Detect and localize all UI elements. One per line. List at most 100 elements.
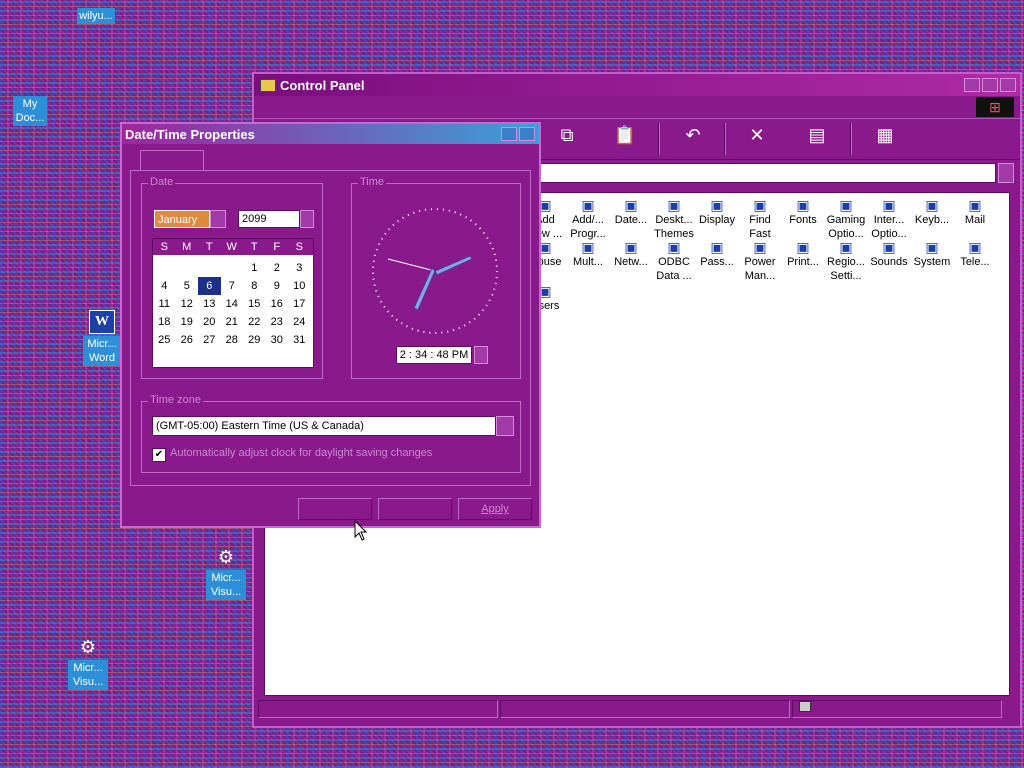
network-icon: ▣ [624,239,638,255]
network-item[interactable]: ▣ Netw... [609,239,653,269]
time-spinner[interactable] [474,346,488,364]
date-group: Date January 2099 S M T W T F S 1 2 3 4 5 6 7 8 9 10 11 12… [141,176,323,379]
odbc-data-sources-icon: ▣ [667,239,681,255]
maximize-button[interactable] [982,78,998,92]
status-pane-right [792,700,1002,718]
undo-icon[interactable]: ↶ [678,123,708,147]
calendar-day[interactable]: 19 [176,313,199,331]
year-field[interactable]: 2099 [238,210,300,228]
calendar-day[interactable]: 9 [266,277,289,295]
microsoft-visual-icon-1[interactable]: ⚙ Micr... Visu... [196,546,256,600]
find-fast-item[interactable]: ▣ Find Fast [738,197,782,241]
calendar-day[interactable]: 10 [288,277,311,295]
fonts-item[interactable]: ▣ Fonts [781,197,825,227]
calendar-day[interactable]: 13 [198,295,221,313]
date-time-item[interactable]: ▣ Date... [609,197,653,227]
weekday-label: T [205,241,213,253]
calendar-day[interactable]: 24 [288,313,311,331]
calendar-week-row: 123 [153,259,313,277]
item-label: Fonts [789,214,817,226]
address-dropdown-button[interactable] [998,163,1014,183]
system-item[interactable]: ▣ System [910,239,954,269]
printers-item[interactable]: ▣ Print... [781,239,825,269]
date-time-icon: ▣ [624,197,638,213]
sounds-item[interactable]: ▣ Sounds [867,239,911,269]
calendar-day[interactable]: 16 [266,295,289,313]
printers-icon: ▣ [796,239,810,255]
regional-settings-item[interactable]: ▣ Regio... Setti... [824,239,868,283]
calendar-day[interactable]: 28 [221,331,244,349]
time-group-label: Time [358,176,387,188]
calendar-day[interactable]: 7 [221,277,244,295]
calendar-day[interactable]: 22 [243,313,266,331]
properties-icon[interactable]: ▤ [802,123,832,147]
calendar-day[interactable]: 20 [198,313,221,331]
paste-icon[interactable]: 📋 [610,123,640,147]
delete-icon[interactable]: ✕ [742,123,772,147]
gaming-options-item[interactable]: ▣ Gaming Optio... [824,197,868,241]
calendar-day[interactable]: 17 [288,295,311,313]
toolbar-separator [724,123,726,155]
microsoft-visual-icon-2[interactable]: ⚙ Micr... Visu... [58,636,118,690]
calendar-day[interactable]: 31 [288,331,311,349]
timezone-group-label: Time zone [148,394,203,406]
calendar-day[interactable]: 6 [198,277,221,295]
status-bar [254,700,1020,722]
calendar-empty-cell [153,259,176,277]
calendar-day[interactable]: 3 [288,259,311,277]
calendar-day[interactable]: 14 [221,295,244,313]
help-button[interactable] [501,127,517,141]
mail-item[interactable]: ▣ Mail [953,197,997,227]
calendar-day[interactable]: 12 [176,295,199,313]
calendar-day[interactable]: 27 [198,331,221,349]
tab-date-time[interactable] [140,150,204,171]
calendar-day[interactable]: 23 [266,313,289,331]
calendar-day[interactable]: 4 [153,277,176,295]
calendar-day[interactable]: 21 [221,313,244,331]
calendar-day[interactable]: 25 [153,331,176,349]
weekday-label: S [160,241,168,253]
calendar-day[interactable]: 5 [176,277,199,295]
timezone-dropdown-button[interactable] [496,416,514,436]
calendar-day[interactable]: 30 [266,331,289,349]
timezone-select[interactable]: (GMT-05:00) Eastern Time (US & Canada) [152,416,496,436]
calendar-day[interactable]: 18 [153,313,176,331]
wilyu-icon[interactable]: wilyu... [66,8,126,24]
close-button[interactable] [519,127,535,141]
power-management-item[interactable]: ▣ Power Man... [738,239,782,283]
calendar-day[interactable]: 8 [243,277,266,295]
month-dropdown-button[interactable] [210,210,226,228]
calendar-day[interactable]: 26 [176,331,199,349]
control-panel-titlebar[interactable]: Control Panel [254,74,1020,96]
calendar-day[interactable]: 15 [243,295,266,313]
dst-checkbox[interactable]: ✔ [152,448,166,462]
calendar-day[interactable]: 29 [243,331,266,349]
calendar-day[interactable]: 2 [266,259,289,277]
dialog-titlebar[interactable]: Date/Time Properties [122,124,539,144]
word-icon: W [89,310,115,334]
multimedia-item[interactable]: ▣ Mult... [566,239,610,269]
views-icon[interactable]: ▦ [870,123,900,147]
apply-button[interactable]: Apply [458,498,532,520]
time-field[interactable]: 2 : 34 : 48 PM [396,346,472,364]
month-select[interactable]: January [154,210,210,228]
minimize-button[interactable] [964,78,980,92]
calendar-day[interactable]: 11 [153,295,176,313]
cancel-button[interactable] [378,498,452,520]
close-button[interactable] [1000,78,1016,92]
keyboard-item[interactable]: ▣ Keyb... [910,197,954,227]
ok-button[interactable] [298,498,372,520]
my-documents-icon[interactable]: My Doc... [0,96,60,126]
passwords-item[interactable]: ▣ Pass... [695,239,739,269]
display-item[interactable]: ▣ Display [695,197,739,227]
add-remove-programs-item[interactable]: ▣ Add/... Progr... [566,197,610,241]
desktop-themes-item[interactable]: ▣ Deskt... Themes [652,197,696,241]
calendar-day[interactable]: 1 [243,259,266,277]
year-spinner[interactable] [300,210,314,228]
windows-logo-icon: ⊞ [976,97,1014,117]
copy-icon[interactable]: ⧉ [552,123,582,147]
internet-options-icon: ▣ [882,197,896,213]
odbc-data-sources-item[interactable]: ▣ ODBC Data ... [652,239,696,283]
internet-options-item[interactable]: ▣ Inter... Optio... [867,197,911,241]
telephony-item[interactable]: ▣ Tele... [953,239,997,269]
